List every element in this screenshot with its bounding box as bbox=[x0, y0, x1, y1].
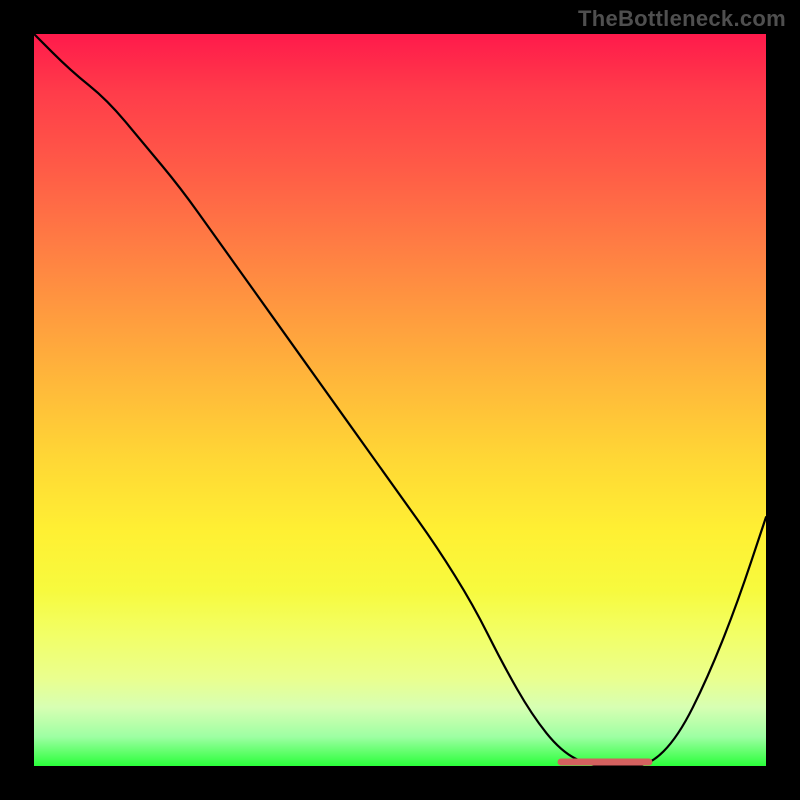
bottleneck-curve bbox=[34, 34, 766, 766]
curve-layer bbox=[34, 34, 766, 766]
plot-area bbox=[34, 34, 766, 766]
watermark-text: TheBottleneck.com bbox=[578, 6, 786, 32]
chart-frame: TheBottleneck.com bbox=[0, 0, 800, 800]
